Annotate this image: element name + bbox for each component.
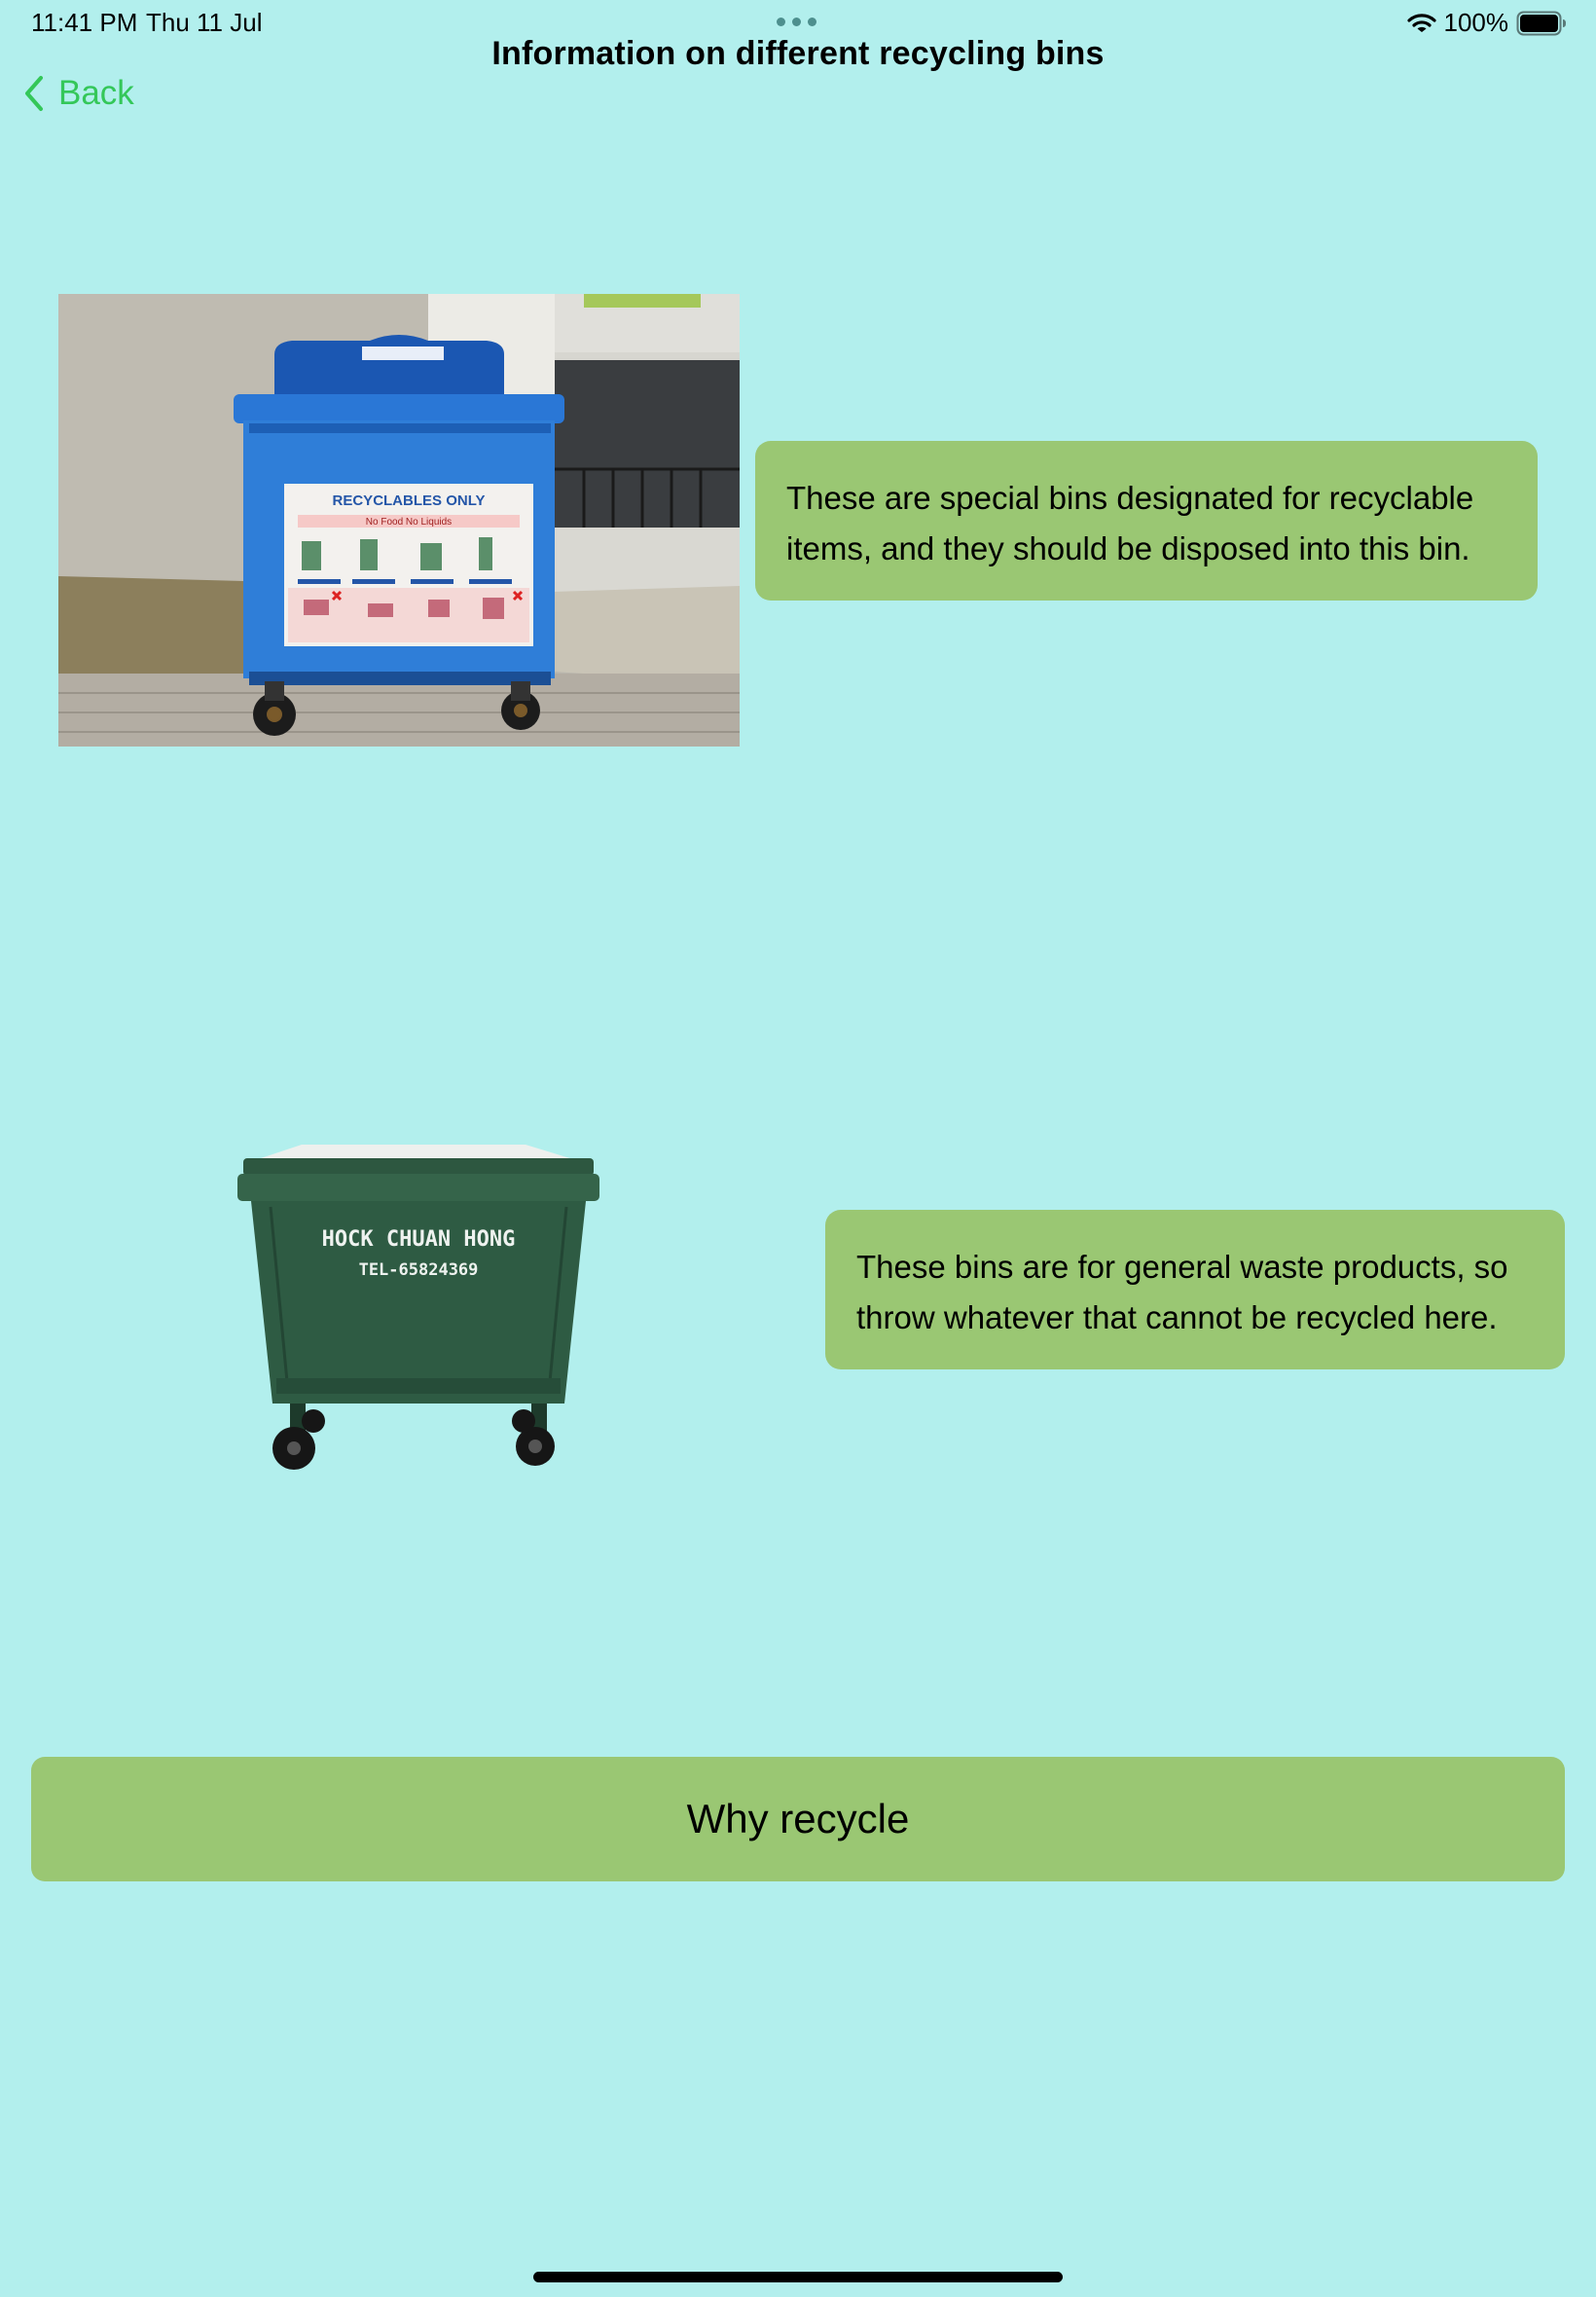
svg-text:No Food No Liquids: No Food No Liquids bbox=[366, 517, 452, 528]
chevron-left-icon bbox=[21, 74, 47, 113]
why-recycle-button[interactable]: Why recycle bbox=[31, 1757, 1565, 1881]
svg-text:RECYCLABLES ONLY: RECYCLABLES ONLY bbox=[333, 492, 486, 509]
page-title: Information on different recycling bins bbox=[491, 35, 1105, 72]
status-date: Thu 11 Jul bbox=[146, 8, 263, 37]
why-recycle-label: Why recycle bbox=[686, 1796, 910, 1841]
general-waste-bin-description: These bins are for general waste product… bbox=[825, 1210, 1565, 1369]
green-general-waste-bin-photo: HOCK CHUAN HONG TEL-65824369 bbox=[234, 1139, 603, 1479]
status-right: 100% bbox=[1406, 8, 1568, 38]
multitask-dots-icon[interactable] bbox=[777, 18, 816, 26]
blue-recycling-bin-photo: RECYCLABLES ONLY No Food No Liquids bbox=[58, 294, 740, 747]
battery-icon bbox=[1516, 11, 1567, 36]
svg-text:TEL-65824369: TEL-65824369 bbox=[359, 1260, 479, 1280]
wifi-icon bbox=[1406, 12, 1436, 35]
back-button[interactable]: Back bbox=[21, 74, 134, 113]
recyclables-bin-description: These are special bins designated for re… bbox=[755, 441, 1538, 601]
home-indicator[interactable] bbox=[533, 2272, 1063, 2282]
battery-percent: 100% bbox=[1443, 8, 1509, 37]
svg-text:HOCK CHUAN HONG: HOCK CHUAN HONG bbox=[322, 1227, 516, 1252]
back-label: Back bbox=[58, 74, 134, 112]
status-time: 11:41 PM bbox=[31, 8, 138, 37]
